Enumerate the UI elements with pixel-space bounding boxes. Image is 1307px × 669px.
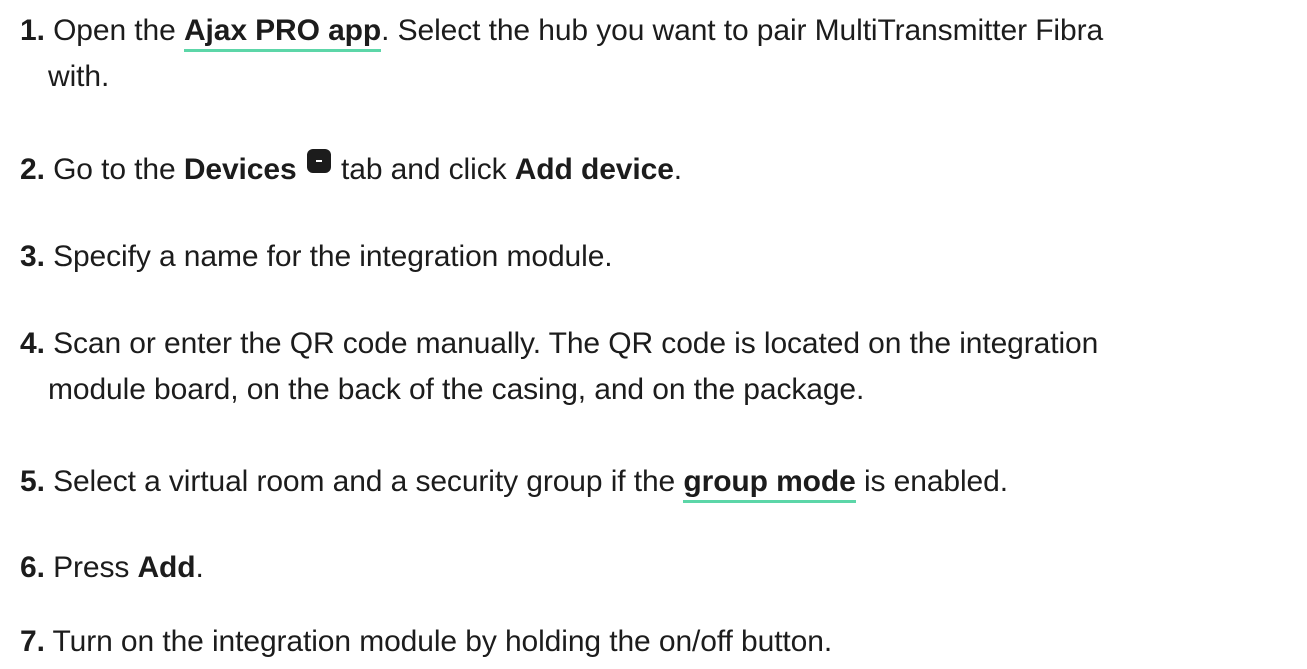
step-number: 6.	[20, 551, 45, 584]
step-text-continued: with.	[48, 60, 110, 93]
devices-label: Devices	[183, 153, 297, 186]
devices-tab-icon	[306, 149, 331, 173]
step-number: 7.	[20, 625, 45, 658]
step-2: 2. Go to the Devices tab and click Add d…	[20, 147, 1307, 193]
step-text: Turn on the integration module by holdin…	[44, 625, 833, 658]
step-text: Select a virtual room and a security gro…	[44, 465, 684, 498]
step-6: 6. Press Add.	[20, 545, 1307, 591]
step-5: 5. Select a virtual room and a security …	[20, 459, 1307, 505]
step-number: 3.	[20, 240, 45, 273]
step-text: Open the	[44, 14, 184, 47]
step-number: 2.	[20, 153, 45, 186]
step-text: . Select the hub you want to pair MultiT…	[381, 14, 1104, 47]
step-number: 4.	[20, 327, 45, 360]
step-7: 7. Turn on the integration module by hol…	[20, 619, 1307, 665]
add-device-label: Add device	[514, 153, 674, 186]
ajax-pro-app-link[interactable]: Ajax PRO app	[183, 14, 381, 52]
step-text: Specify a name for the integration modul…	[44, 240, 613, 273]
step-text: Go to the	[44, 153, 184, 186]
add-label: Add	[137, 551, 196, 584]
step-text: Scan or enter the QR code manually. The …	[44, 327, 1099, 360]
step-text: Press	[44, 551, 138, 584]
step-1: 1. Open the Ajax PRO app. Select the hub…	[20, 8, 1307, 100]
step-4: 4. Scan or enter the QR code manually. T…	[20, 321, 1307, 413]
step-text: .	[195, 551, 204, 584]
step-number: 5.	[20, 465, 45, 498]
step-3: 3. Specify a name for the integration mo…	[20, 234, 1307, 280]
step-text: is enabled.	[855, 465, 1008, 498]
step-number: 1.	[20, 14, 45, 47]
step-text: tab and click	[332, 153, 515, 186]
group-mode-link[interactable]: group mode	[683, 465, 856, 503]
step-text: .	[673, 153, 683, 186]
step-text-continued: module board, on the back of the casing,…	[48, 373, 865, 406]
